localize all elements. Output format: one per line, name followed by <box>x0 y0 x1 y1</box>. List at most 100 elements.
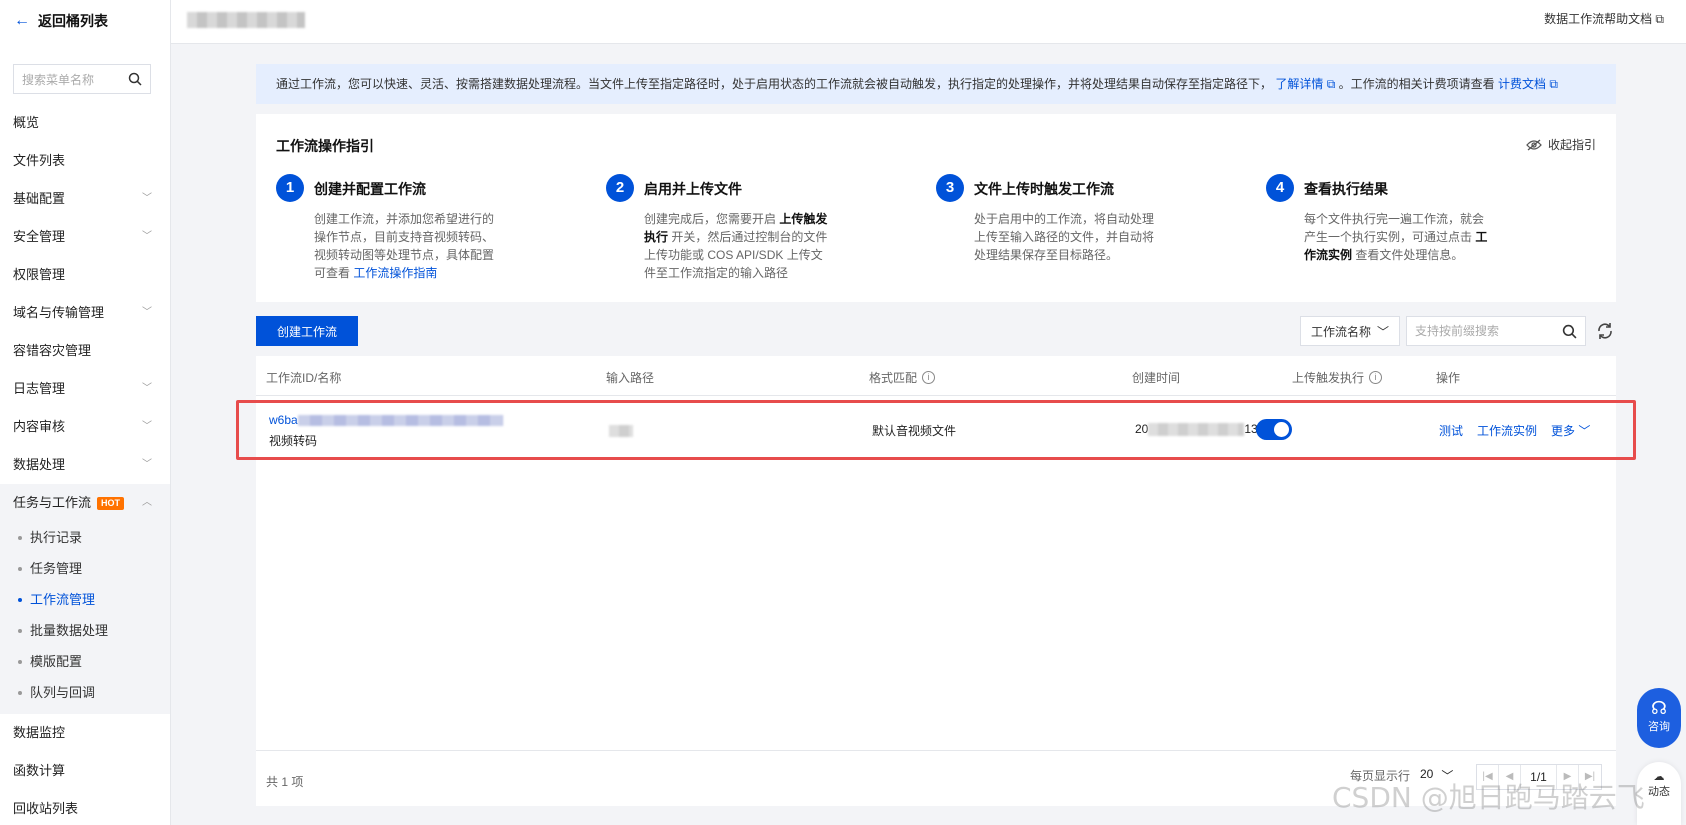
header-label: 格式匹配 <box>869 371 918 385</box>
eye-off-icon <box>1526 139 1542 150</box>
help-doc-link[interactable]: 数据工作流帮助文档 ⧉ <box>1544 10 1664 27</box>
learn-more-link[interactable]: 了解详情 ⧉ <box>1275 77 1335 91</box>
filter-field-select[interactable]: 工作流名称 ﹀ <box>1300 316 1400 346</box>
sidebar-item-domain-transfer[interactable]: 域名与传输管理 ﹀ <box>0 294 170 332</box>
workflow-search-input[interactable] <box>1415 324 1555 338</box>
step-title: 查看执行结果 <box>1304 181 1388 197</box>
sidebar-subitem-queue-callback[interactable]: 队列与回调 <box>0 677 170 708</box>
learn-more-label: 了解详情 <box>1275 77 1324 91</box>
sidebar-subitem-task-management[interactable]: 任务管理 <box>0 553 170 584</box>
consult-label: 咨询 <box>1648 721 1670 733</box>
step-description: 创建工作流，并添加您希望进行的操作节点，目前支持音视频转码、视频转动图等处理节点… <box>314 210 504 282</box>
step-number: 1 <box>276 174 304 202</box>
sidebar-item-file-list[interactable]: 文件列表 <box>0 142 170 180</box>
step-title: 创建并配置工作流 <box>314 181 426 197</box>
workflow-instances-link[interactable]: 工作流实例 <box>1477 422 1537 439</box>
search-icon[interactable] <box>1562 324 1577 339</box>
actions-cell: 测试 工作流实例 更多 ﹀ <box>1439 422 1590 439</box>
sidebar-item-basic-config[interactable]: 基础配置 ﹀ <box>0 180 170 218</box>
menu-search-input[interactable]: 搜索菜单名称 <box>13 64 151 94</box>
sidebar-item-recycle-bin[interactable]: 回收站列表 <box>0 790 170 825</box>
step-description-text: 开关，然后通过控制台的文件上传功能或 COS API/SDK 上传文件至工作流指… <box>644 230 828 280</box>
step-title: 文件上传时触发工作流 <box>974 181 1114 197</box>
sidebar-item-permissions[interactable]: 权限管理 <box>0 256 170 294</box>
input-path-redacted <box>609 424 633 437</box>
header-label: 工作流ID/名称 <box>266 371 342 385</box>
sidebar-item-label: 内容审核 <box>13 419 66 434</box>
sidebar-item-data-processing[interactable]: 数据处理 ﹀ <box>0 446 170 484</box>
step-number: 2 <box>606 174 634 202</box>
created-time-cell: 20 13 <box>1135 422 1258 437</box>
sidebar-item-label: 数据监控 <box>13 725 66 740</box>
bucket-name-redacted <box>187 12 305 28</box>
billing-doc-label: 计费文档 <box>1498 77 1547 91</box>
workflow-id-cell: w6ba <box>269 413 503 427</box>
consult-button[interactable]: ☊ 咨询 <box>1637 688 1681 748</box>
step-description: 创建完成后，您需要开启 上传触发执行 开关，然后通过控制台的文件上传功能或 CO… <box>644 210 834 282</box>
external-link-icon: ⧉ <box>1655 12 1664 26</box>
refresh-icon[interactable] <box>1594 320 1616 342</box>
sidebar-subitem-template-config[interactable]: 模版配置 <box>0 646 170 677</box>
test-action-link[interactable]: 测试 <box>1439 422 1463 439</box>
chevron-down-icon: ﹀ <box>142 459 152 470</box>
workflow-id-redacted <box>297 415 503 427</box>
header-label: 创建时间 <box>1132 371 1181 385</box>
back-to-bucket-list[interactable]: ← 返回桶列表 <box>14 10 108 32</box>
chevron-down-icon: ﹀ <box>142 231 152 242</box>
workflow-guide-link[interactable]: 工作流操作指南 <box>353 266 437 280</box>
topbar: 数据工作流帮助文档 ⧉ <box>171 0 1686 44</box>
header-label: 上传触发执行 <box>1292 371 1365 385</box>
sidebar-item-label: 概览 <box>13 115 40 130</box>
chevron-down-icon: ﹀ <box>142 421 152 432</box>
step-description: 每个文件执行完一遍工作流，就会产生一个执行实例，可通过点击 工作流实例 查看文件… <box>1304 210 1494 264</box>
hot-badge: HOT <box>97 497 125 511</box>
header-input-path: 输入路径 <box>606 369 654 386</box>
info-icon[interactable]: i <box>1369 371 1383 384</box>
step-description-text: 创建完成后，您需要开启 <box>644 212 777 226</box>
chevron-up-icon: ︿ <box>142 497 152 508</box>
sidebar-item-label: 安全管理 <box>13 229 66 244</box>
sidebar-item-disaster-recovery[interactable]: 容错容灾管理 <box>0 332 170 370</box>
table-row: w6ba 视频转码 默认音视频文件 20 13 测试 工作流实例 更多 ﹀ <box>236 400 1636 460</box>
sidebar-item-data-monitoring[interactable]: 数据监控 <box>0 714 170 752</box>
chevron-down-icon: ﹀ <box>1578 424 1591 438</box>
create-workflow-button[interactable]: 创建工作流 <box>256 316 358 346</box>
sidebar-item-overview[interactable]: 概览 <box>0 104 170 142</box>
search-icon[interactable] <box>128 72 142 86</box>
sidebar-item-label: 数据处理 <box>13 457 66 472</box>
sidebar-subitem-batch-processing[interactable]: 批量数据处理 <box>0 615 170 646</box>
input-path-cell <box>609 423 633 437</box>
header-upload-trigger: 上传触发执行 i <box>1292 369 1383 386</box>
workflow-id-link[interactable]: w6ba <box>269 413 503 427</box>
help-doc-label: 数据工作流帮助文档 <box>1544 12 1653 26</box>
menu-search-placeholder: 搜索菜单名称 <box>22 72 95 87</box>
sidebar-subitem-workflow-management[interactable]: 工作流管理 <box>0 584 170 615</box>
sidebar-item-logs[interactable]: 日志管理 ﹀ <box>0 370 170 408</box>
headset-icon: ☊ <box>1651 698 1667 718</box>
toggle-knob <box>1274 422 1289 437</box>
step-title: 启用并上传文件 <box>644 181 742 197</box>
info-icon[interactable]: i <box>922 371 936 384</box>
sidebar-subitem-execution-records[interactable]: 执行记录 <box>0 522 170 553</box>
table-header: 工作流ID/名称 输入路径 格式匹配 i 创建时间 上传触发执行 i 操作 <box>256 356 1616 396</box>
step-number: 4 <box>1266 174 1294 202</box>
step-description: 处于启用中的工作流，将自动处理上传至输入路径的文件，并自动将处理结果保存至目标路… <box>974 212 1155 262</box>
created-time-prefix: 20 <box>1135 422 1149 436</box>
sidebar-item-security[interactable]: 安全管理 ﹀ <box>0 218 170 256</box>
sidebar-item-function-compute[interactable]: 函数计算 <box>0 752 170 790</box>
sidebar-item-tasks-workflows[interactable]: 任务与工作流 HOT ︿ <box>0 484 170 522</box>
workflow-name: 视频转码 <box>269 434 318 448</box>
header-format: 格式匹配 i <box>869 369 936 386</box>
chevron-down-icon: ﹀ <box>142 193 152 204</box>
collapse-guide-button[interactable]: 收起指引 <box>1526 136 1596 153</box>
sidebar-item-label: 回收站列表 <box>13 801 79 816</box>
billing-doc-link[interactable]: 计费文档 ⧉ <box>1498 77 1558 91</box>
sidebar-item-label: 函数计算 <box>13 763 66 778</box>
notice-text: 通过工作流，您可以快速、灵活、按需搭建数据处理流程。当文件上传至指定路径时，处于… <box>276 77 1273 91</box>
step-description-text: 查看文件处理信息。 <box>1355 248 1464 262</box>
more-actions-label: 更多 <box>1551 424 1576 438</box>
upload-trigger-toggle[interactable] <box>1256 419 1292 440</box>
sidebar-item-content-review[interactable]: 内容审核 ﹀ <box>0 408 170 446</box>
more-actions-dropdown[interactable]: 更多 ﹀ <box>1551 422 1590 439</box>
guide-title: 工作流操作指引 <box>276 138 374 154</box>
